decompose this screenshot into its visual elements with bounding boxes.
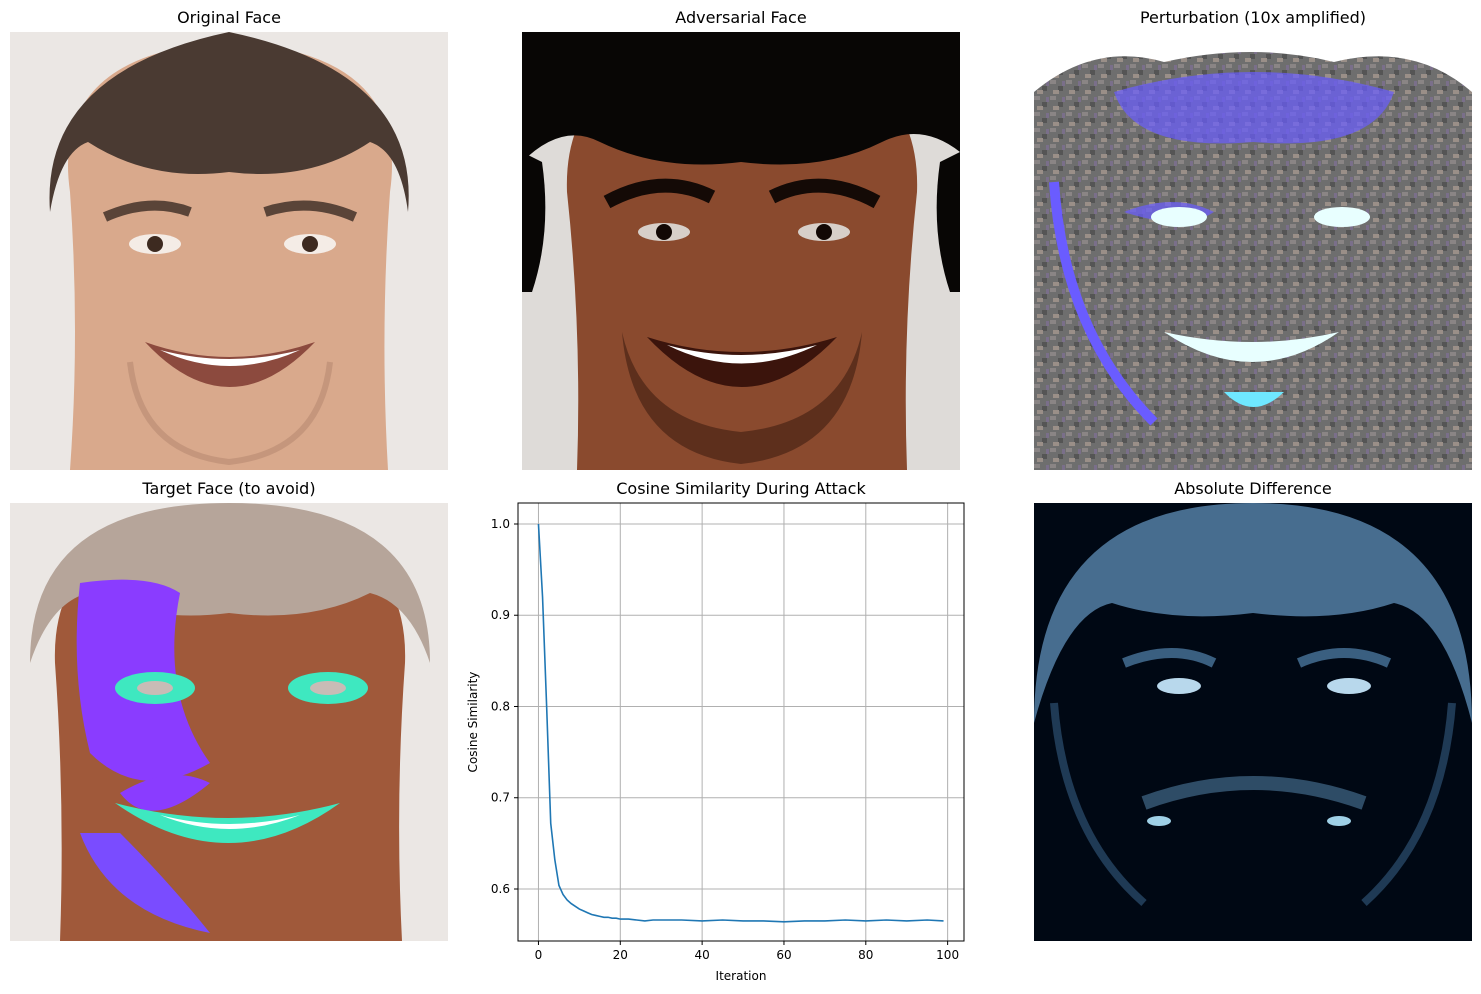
y-tick-label: 0.9 [491, 608, 510, 622]
y-tick-label: 0.7 [491, 791, 510, 805]
y-tick-label: 0.8 [491, 699, 510, 713]
y-axis-label: Cosine Similarity [466, 672, 480, 773]
x-tick-label: 80 [858, 948, 873, 962]
x-axis-label: Iteration [716, 969, 767, 983]
chart-ticks: 0 20 40 60 80 100 0.6 0.7 0.8 0.9 1.0 [491, 517, 959, 962]
chart-grid [518, 503, 964, 941]
chart-frame [517, 502, 965, 942]
y-tick-label: 0.6 [491, 882, 510, 896]
cosine-similarity-chart: 0 20 40 60 80 100 0.6 0.7 0.8 0.9 1.0 Iteration Co… [466, 502, 965, 983]
y-tick-label: 1.0 [491, 517, 510, 531]
x-tick-label: 40 [694, 948, 709, 962]
x-tick-label: 0 [535, 948, 543, 962]
x-tick-label: 100 [936, 948, 959, 962]
series-line [537, 523, 944, 923]
x-tick-label: 20 [613, 948, 628, 962]
x-tick-label: 60 [776, 948, 791, 962]
